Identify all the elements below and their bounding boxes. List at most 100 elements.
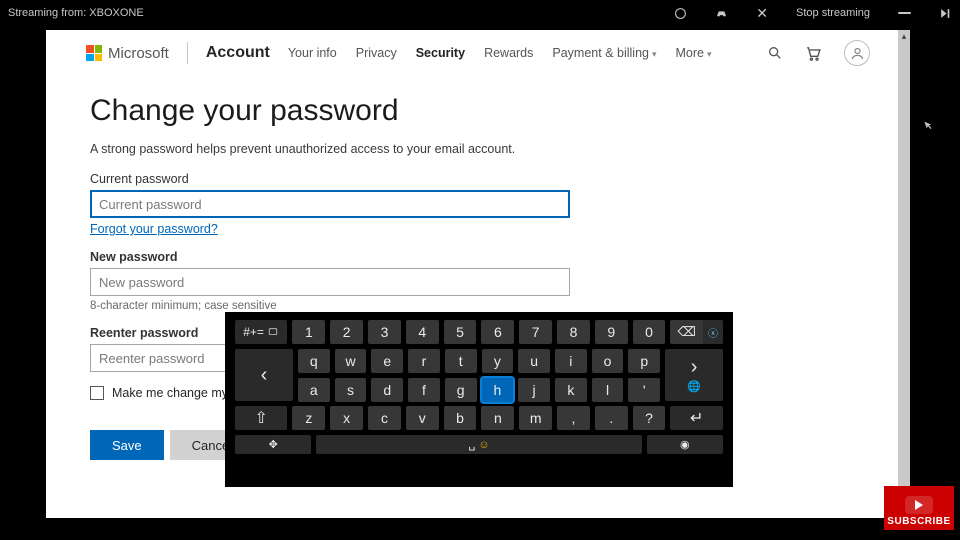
osk-key-x[interactable]: x (330, 406, 363, 430)
chevron-down-icon: ▾ (707, 49, 712, 59)
osk-key-s[interactable]: s (335, 378, 367, 402)
osk-key-n[interactable]: n (481, 406, 514, 430)
close-icon[interactable]: ✕ (756, 5, 768, 22)
subscribe-label: SUBSCRIBE (887, 516, 950, 527)
chevron-down-icon: ▾ (652, 49, 657, 59)
osk-key-k[interactable]: k (555, 378, 587, 402)
osk-key-f[interactable]: f (408, 378, 440, 402)
primary-nav: Your info Privacy Security Rewards Payme… (288, 46, 712, 60)
globe-icon: 🌐 (687, 380, 701, 393)
osk-key-mic[interactable]: ◉ (647, 435, 723, 454)
nav-more[interactable]: More▾ (676, 46, 712, 60)
cart-icon[interactable] (805, 45, 822, 62)
osk-key-period[interactable]: . (595, 406, 628, 430)
microsoft-brand-label: Microsoft (108, 45, 169, 62)
osk-key-cursor-left[interactable]: ‹ (235, 349, 293, 401)
osk-key-h[interactable]: h (482, 378, 514, 402)
osk-key-o[interactable]: o (592, 349, 624, 373)
site-header: Microsoft Account Your info Privacy Secu… (46, 30, 910, 76)
osk-key-8[interactable]: 8 (557, 320, 590, 344)
osk-key-6[interactable]: 6 (481, 320, 514, 344)
new-password-group: New password 8-character minimum; case s… (90, 250, 866, 312)
osk-key-2[interactable]: 2 (330, 320, 363, 344)
new-password-input[interactable] (90, 268, 570, 296)
reenter-password-input[interactable] (90, 344, 230, 372)
osk-key-cursor-right[interactable]: › 🌐 (665, 349, 723, 401)
osk-key-y[interactable]: y (482, 349, 514, 373)
microsoft-logo[interactable]: Microsoft (86, 45, 169, 62)
search-icon[interactable] (767, 45, 783, 61)
page-subtitle: A strong password helps prevent unauthor… (90, 142, 866, 156)
osk-key-q[interactable]: q (298, 349, 330, 373)
streaming-source-label: Streaming from: XBOXONE (8, 7, 144, 19)
osk-key-shift[interactable]: ⇧ (235, 406, 287, 430)
current-password-input[interactable] (90, 190, 570, 218)
osk-key-4[interactable]: 4 (406, 320, 439, 344)
microsoft-logo-icon (86, 45, 102, 61)
osk-key-z[interactable]: z (292, 406, 325, 430)
osk-key-t[interactable]: t (445, 349, 477, 373)
osk-key-g[interactable]: g (445, 378, 477, 402)
nav-payment-billing[interactable]: Payment & billing▾ (552, 46, 656, 60)
page-title: Change your password (90, 94, 866, 128)
password-hint: 8-character minimum; case sensitive (90, 300, 866, 312)
osk-key-enter[interactable]: ↵ (670, 406, 722, 430)
osk-key-apostrophe[interactable]: ' (628, 378, 660, 402)
xbox-streaming-bar: Streaming from: XBOXONE ✕ Stop streaming (0, 0, 960, 26)
osk-key-r[interactable]: r (408, 349, 440, 373)
osk-key-v[interactable]: v (406, 406, 439, 430)
osk-key-backspace[interactable]: ⌫ ⓧ (670, 320, 722, 344)
osk-key-space[interactable]: ␣ ☺ (316, 435, 641, 454)
change-every-72-label: Make me change my p (112, 386, 238, 400)
emoji-icon: ☺ (478, 439, 489, 451)
forgot-password-link[interactable]: Forgot your password? (90, 222, 218, 236)
osk-key-5[interactable]: 5 (444, 320, 477, 344)
osk-key-l[interactable]: l (592, 378, 624, 402)
osk-key-9[interactable]: 9 (595, 320, 628, 344)
backspace-clear-icon: ⓧ (703, 320, 723, 344)
on-screen-keyboard: #+= 1 2 3 4 5 6 7 8 9 0 ⌫ ⓧ ‹ q w e (225, 312, 733, 487)
save-button[interactable]: Save (90, 430, 164, 460)
skip-icon[interactable] (939, 7, 952, 20)
cursor-icon (920, 120, 930, 130)
section-title[interactable]: Account (206, 44, 270, 62)
current-password-label: Current password (90, 172, 866, 186)
scrollbar-arrow-up-icon[interactable]: ▴ (898, 30, 910, 42)
nav-your-info[interactable]: Your info (288, 46, 337, 60)
osk-key-move[interactable]: ✥ (235, 435, 311, 454)
minimize-icon[interactable] (898, 12, 911, 14)
backspace-icon: ⌫ (670, 320, 702, 344)
osk-key-comma[interactable]: , (557, 406, 590, 430)
nav-rewards[interactable]: Rewards (484, 46, 533, 60)
osk-key-a[interactable]: a (298, 378, 330, 402)
osk-key-symbols[interactable]: #+= (235, 320, 287, 344)
osk-key-0[interactable]: 0 (633, 320, 666, 344)
xbox-icon[interactable] (674, 7, 687, 20)
osk-key-b[interactable]: b (444, 406, 477, 430)
osk-key-p[interactable]: p (628, 349, 660, 373)
osk-key-d[interactable]: d (371, 378, 403, 402)
current-password-group: Current password Forgot your password? (90, 172, 866, 236)
youtube-subscribe-badge[interactable]: SUBSCRIBE (884, 486, 954, 530)
osk-key-c[interactable]: c (368, 406, 401, 430)
osk-key-7[interactable]: 7 (519, 320, 552, 344)
osk-key-i[interactable]: i (555, 349, 587, 373)
osk-key-1[interactable]: 1 (292, 320, 325, 344)
nav-security[interactable]: Security (416, 46, 465, 60)
osk-key-u[interactable]: u (518, 349, 550, 373)
play-icon (905, 496, 933, 514)
new-password-label: New password (90, 250, 866, 264)
osk-key-e[interactable]: e (371, 349, 403, 373)
change-every-72-checkbox[interactable] (90, 386, 104, 400)
osk-key-j[interactable]: j (518, 378, 550, 402)
osk-key-w[interactable]: w (335, 349, 367, 373)
account-avatar[interactable] (844, 40, 870, 66)
osk-key-question[interactable]: ? (633, 406, 666, 430)
osk-key-3[interactable]: 3 (368, 320, 401, 344)
osk-key-m[interactable]: m (519, 406, 552, 430)
stop-streaming-button[interactable]: Stop streaming (796, 7, 870, 19)
scrollbar-track[interactable]: ▴ (898, 30, 910, 518)
scrollbar-thumb[interactable] (898, 30, 910, 518)
nav-privacy[interactable]: Privacy (356, 46, 397, 60)
controller-icon[interactable] (715, 7, 728, 20)
